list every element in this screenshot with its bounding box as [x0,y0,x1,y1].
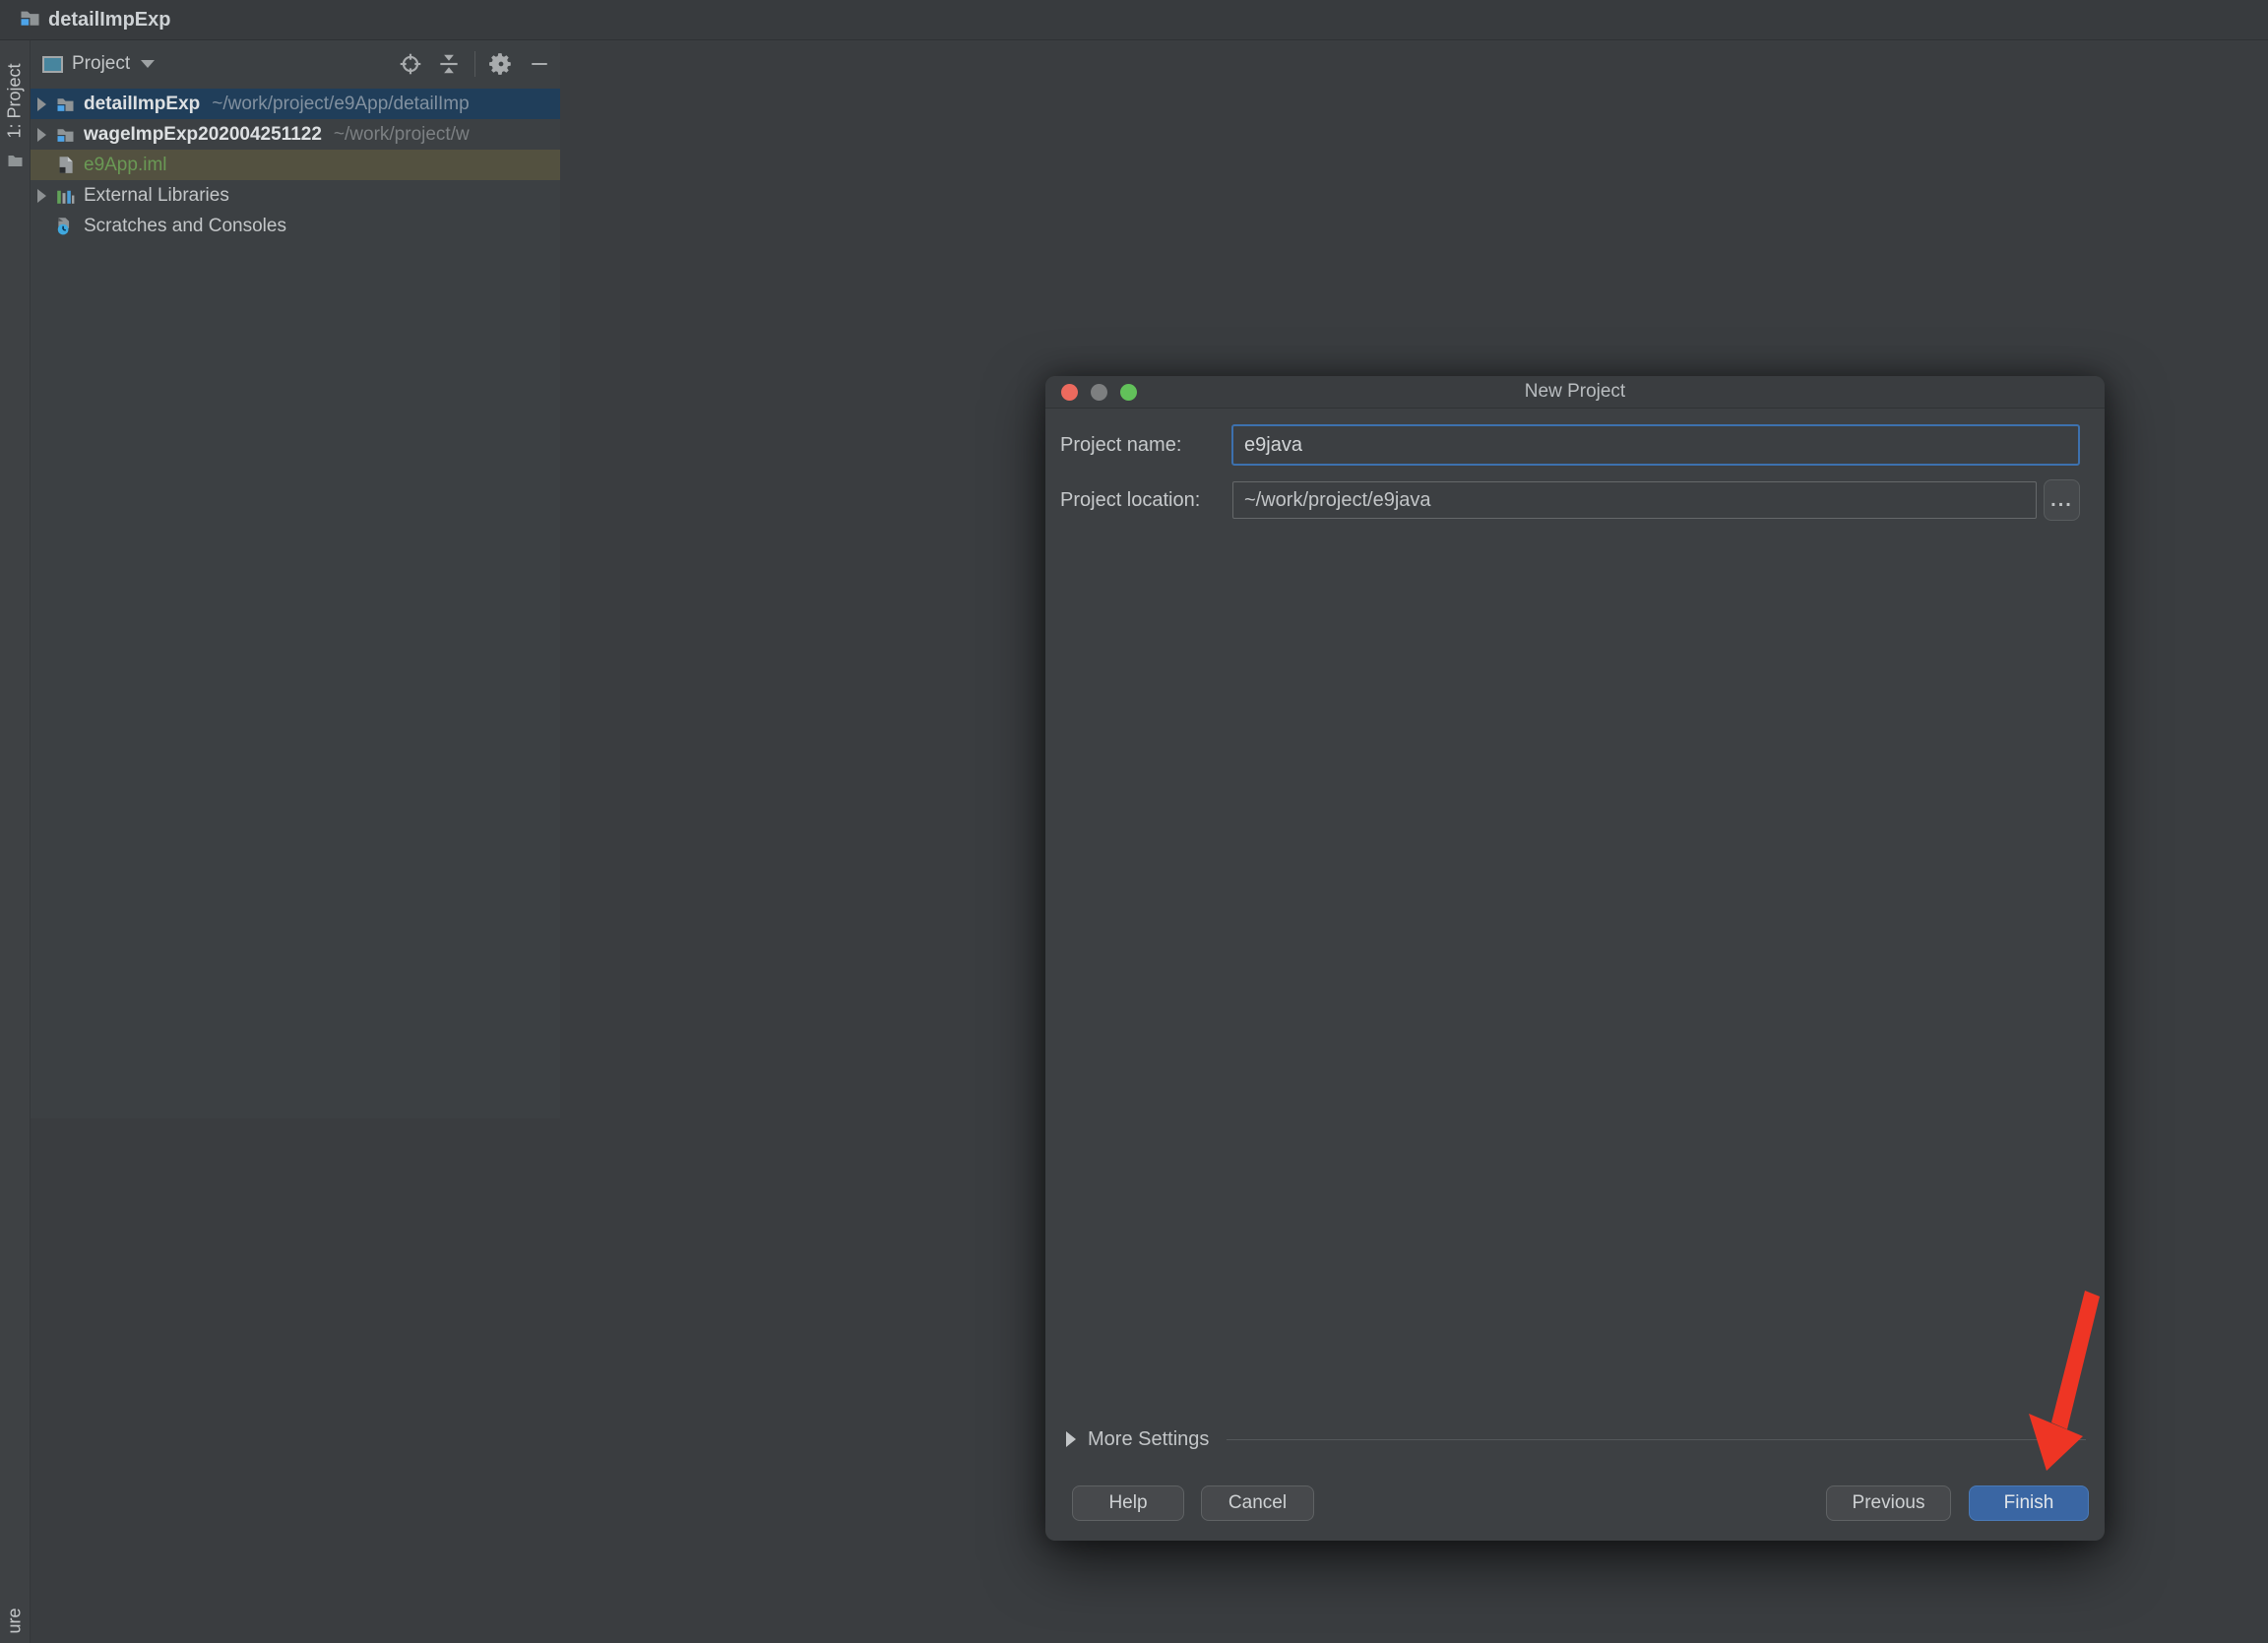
previous-button[interactable]: Previous [1826,1485,1951,1521]
collapse-all-icon[interactable] [436,51,462,77]
module-file-icon [55,156,76,174]
scratches-icon [55,217,76,235]
stripe-folder-icon [7,154,24,172]
settings-gear-icon[interactable] [488,51,514,77]
project-name-input[interactable] [1231,424,2080,466]
window-title: detailImpExp [48,8,171,31]
project-folder-icon [55,127,76,143]
dialog-title: New Project [1524,381,1626,402]
libraries-icon [55,186,76,205]
tree-row-e9app-iml[interactable]: e9App.iml [31,150,560,180]
browse-button[interactable]: ... [2044,479,2080,521]
cancel-button[interactable]: Cancel [1201,1485,1314,1521]
project-view-selector[interactable]: Project [42,53,156,75]
tree-item-label: detailImpExp [84,93,201,114]
project-tree: detailImpExp ~/work/project/e9App/detail… [31,89,560,241]
tree-row-scratches[interactable]: Scratches and Consoles [31,211,560,241]
project-folder-icon [20,9,40,32]
tool-button-structure-partial[interactable]: ure [0,1599,31,1642]
more-settings-label: More Settings [1088,1427,1210,1450]
expand-arrow-icon[interactable] [35,127,47,142]
chevron-down-icon [141,60,156,68]
tree-row-detailimpexp[interactable]: detailImpExp ~/work/project/e9App/detail… [31,89,560,119]
project-panel-header: Project [31,40,560,88]
more-settings-expander[interactable]: More Settings [1066,1428,2086,1450]
hide-panel-icon[interactable] [527,51,552,77]
toolbar-separator [474,51,475,77]
panel-header-toolbar [398,40,552,88]
project-panel: Project detailImpExp ~/work/project/e9Ap… [31,40,560,1118]
tree-item-label: wageImpExp202004251122 [84,123,322,145]
zoom-window-icon[interactable] [1120,383,1137,401]
tree-item-path: ~/work/project/w [333,123,470,145]
separator-line [1227,1438,2086,1440]
expand-arrow-icon[interactable] [35,188,47,203]
locate-icon[interactable] [398,51,423,77]
help-button[interactable]: Help [1072,1485,1184,1521]
project-view-label: Project [72,53,131,74]
expand-arrow-icon [1066,1431,1076,1447]
tree-item-path: ~/work/project/e9App/detailImp [212,93,470,114]
new-project-dialog: New Project Project name: Project locati… [1045,376,2105,1541]
close-window-icon[interactable] [1061,383,1078,401]
tree-item-label: Scratches and Consoles [84,215,286,236]
tool-button-project[interactable]: 1: Project [0,51,31,150]
dialog-titlebar[interactable]: New Project [1045,376,2105,409]
project-location-label: Project location: [1060,489,1201,511]
tree-item-label: e9App.iml [84,154,167,175]
project-name-label: Project name: [1060,434,1182,456]
project-view-square-icon [42,55,63,73]
ide-screen: detailImpExp 1: Project ure Project deta… [0,0,2268,1643]
finish-button[interactable]: Finish [1969,1485,2089,1521]
project-location-input[interactable] [1232,481,2037,519]
minimize-window-icon [1091,383,1107,401]
traffic-lights [1061,376,1137,408]
ide-titlebar: detailImpExp [0,0,2268,40]
tree-row-external-libraries[interactable]: External Libraries [31,180,560,211]
tree-item-label: External Libraries [84,184,229,206]
expand-arrow-icon[interactable] [35,96,47,111]
tool-window-stripe [0,40,31,1643]
project-folder-icon [55,96,76,112]
tree-row-wageimpexp[interactable]: wageImpExp202004251122 ~/work/project/w [31,119,560,150]
